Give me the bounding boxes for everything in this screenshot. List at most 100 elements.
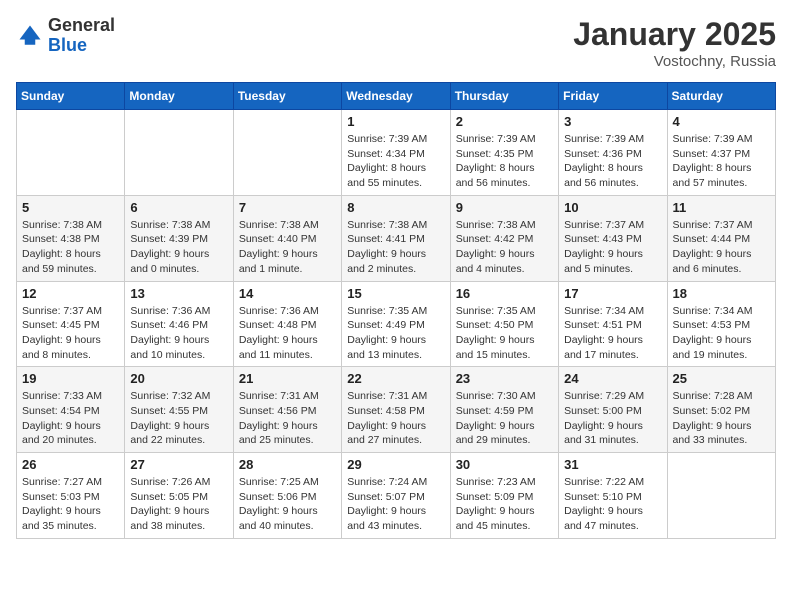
calendar-day-cell: 30 Sunrise: 7:23 AMSunset: 5:09 PMDayligh… (450, 453, 558, 539)
day-info: Sunrise: 7:34 AMSunset: 4:53 PMDaylight:… (673, 304, 770, 363)
day-info: Sunrise: 7:37 AMSunset: 4:45 PMDaylight:… (22, 304, 119, 363)
day-info: Sunrise: 7:38 AMSunset: 4:38 PMDaylight:… (22, 218, 119, 277)
day-info: Sunrise: 7:39 AMSunset: 4:35 PMDaylight:… (456, 132, 553, 191)
day-number: 3 (564, 114, 661, 129)
day-info: Sunrise: 7:31 AMSunset: 4:58 PMDaylight:… (347, 389, 444, 448)
day-number: 10 (564, 200, 661, 215)
day-number: 17 (564, 286, 661, 301)
day-info: Sunrise: 7:35 AMSunset: 4:50 PMDaylight:… (456, 304, 553, 363)
day-info: Sunrise: 7:38 AMSunset: 4:42 PMDaylight:… (456, 218, 553, 277)
calendar-day-cell: 25 Sunrise: 7:28 AMSunset: 5:02 PMDayligh… (667, 367, 775, 453)
calendar-day-cell (233, 110, 341, 196)
day-number: 16 (456, 286, 553, 301)
day-number: 8 (347, 200, 444, 215)
day-info: Sunrise: 7:23 AMSunset: 5:09 PMDaylight:… (456, 475, 553, 534)
weekday-header: Saturday (667, 83, 775, 110)
logo-general: General (48, 15, 115, 35)
day-number: 30 (456, 457, 553, 472)
day-number: 2 (456, 114, 553, 129)
day-number: 21 (239, 371, 336, 386)
calendar-day-cell: 1Sunrise: 7:39 AMSunset: 4:34 PMDaylight… (342, 110, 450, 196)
calendar-day-cell: 15 Sunrise: 7:35 AMSunset: 4:49 PMDayligh… (342, 281, 450, 367)
calendar-day-cell: 21 Sunrise: 7:31 AMSunset: 4:56 PMDayligh… (233, 367, 341, 453)
day-info: Sunrise: 7:24 AMSunset: 5:07 PMDaylight:… (347, 475, 444, 534)
calendar-day-cell: 19Sunrise: 7:33 AMSunset: 4:54 PMDayligh… (17, 367, 125, 453)
calendar-week-row: 5 Sunrise: 7:38 AMSunset: 4:38 PMDaylight… (17, 195, 776, 281)
day-info: Sunrise: 7:32 AMSunset: 4:55 PMDaylight:… (130, 389, 227, 448)
calendar-day-cell: 5 Sunrise: 7:38 AMSunset: 4:38 PMDaylight… (17, 195, 125, 281)
calendar-week-row: 19Sunrise: 7:33 AMSunset: 4:54 PMDayligh… (17, 367, 776, 453)
calendar-week-row: 1Sunrise: 7:39 AMSunset: 4:34 PMDaylight… (17, 110, 776, 196)
day-number: 11 (673, 200, 770, 215)
calendar-header-row: SundayMondayTuesdayWednesdayThursdayFrid… (17, 83, 776, 110)
calendar-day-cell: 27 Sunrise: 7:26 AMSunset: 5:05 PMDayligh… (125, 453, 233, 539)
day-number: 28 (239, 457, 336, 472)
calendar-table: SundayMondayTuesdayWednesdayThursdayFrid… (16, 82, 776, 539)
day-number: 25 (673, 371, 770, 386)
calendar-day-cell: 16 Sunrise: 7:35 AMSunset: 4:50 PMDayligh… (450, 281, 558, 367)
day-info: Sunrise: 7:39 AMSunset: 4:37 PMDaylight:… (673, 132, 770, 191)
calendar-day-cell (667, 453, 775, 539)
day-number: 1 (347, 114, 444, 129)
day-number: 14 (239, 286, 336, 301)
day-info: Sunrise: 7:37 AMSunset: 4:44 PMDaylight:… (673, 218, 770, 277)
day-number: 19 (22, 371, 119, 386)
weekday-header: Tuesday (233, 83, 341, 110)
day-info: Sunrise: 7:29 AMSunset: 5:00 PMDaylight:… (564, 389, 661, 448)
location-subtitle: Vostochny, Russia (573, 53, 776, 70)
day-number: 27 (130, 457, 227, 472)
weekday-header: Wednesday (342, 83, 450, 110)
day-number: 29 (347, 457, 444, 472)
weekday-header: Monday (125, 83, 233, 110)
logo-icon (16, 22, 44, 50)
weekday-header: Thursday (450, 83, 558, 110)
calendar-day-cell (17, 110, 125, 196)
day-number: 9 (456, 200, 553, 215)
calendar-day-cell: 2 Sunrise: 7:39 AMSunset: 4:35 PMDaylight… (450, 110, 558, 196)
day-number: 15 (347, 286, 444, 301)
day-info: Sunrise: 7:22 AMSunset: 5:10 PMDaylight:… (564, 475, 661, 534)
logo-text: General Blue (48, 16, 115, 56)
day-info: Sunrise: 7:26 AMSunset: 5:05 PMDaylight:… (130, 475, 227, 534)
day-number: 31 (564, 457, 661, 472)
month-year-title: January 2025 (573, 16, 776, 53)
day-number: 23 (456, 371, 553, 386)
day-info: Sunrise: 7:28 AMSunset: 5:02 PMDaylight:… (673, 389, 770, 448)
day-number: 20 (130, 371, 227, 386)
calendar-day-cell: 31 Sunrise: 7:22 AMSunset: 5:10 PMDayligh… (559, 453, 667, 539)
calendar-day-cell: 14Sunrise: 7:36 AMSunset: 4:48 PMDayligh… (233, 281, 341, 367)
day-info: Sunrise: 7:38 AMSunset: 4:40 PMDaylight:… (239, 218, 336, 277)
calendar-day-cell: 9 Sunrise: 7:38 AMSunset: 4:42 PMDaylight… (450, 195, 558, 281)
calendar-day-cell: 3Sunrise: 7:39 AMSunset: 4:36 PMDaylight… (559, 110, 667, 196)
day-info: Sunrise: 7:34 AMSunset: 4:51 PMDaylight:… (564, 304, 661, 363)
day-number: 18 (673, 286, 770, 301)
calendar-day-cell: 23 Sunrise: 7:30 AMSunset: 4:59 PMDayligh… (450, 367, 558, 453)
day-info: Sunrise: 7:30 AMSunset: 4:59 PMDaylight:… (456, 389, 553, 448)
page-header: General Blue January 2025 Vostochny, Rus… (16, 16, 776, 70)
calendar-day-cell: 7Sunrise: 7:38 AMSunset: 4:40 PMDaylight… (233, 195, 341, 281)
calendar-day-cell: 11 Sunrise: 7:37 AMSunset: 4:44 PMDayligh… (667, 195, 775, 281)
calendar-day-cell: 10 Sunrise: 7:37 AMSunset: 4:43 PMDayligh… (559, 195, 667, 281)
calendar-day-cell: 4 Sunrise: 7:39 AMSunset: 4:37 PMDaylight… (667, 110, 775, 196)
logo: General Blue (16, 16, 115, 56)
calendar-day-cell: 24 Sunrise: 7:29 AMSunset: 5:00 PMDayligh… (559, 367, 667, 453)
day-info: Sunrise: 7:25 AMSunset: 5:06 PMDaylight:… (239, 475, 336, 534)
day-number: 4 (673, 114, 770, 129)
calendar-day-cell: 8Sunrise: 7:38 AMSunset: 4:41 PMDaylight… (342, 195, 450, 281)
weekday-header: Friday (559, 83, 667, 110)
day-number: 26 (22, 457, 119, 472)
calendar-day-cell: 12Sunrise: 7:37 AMSunset: 4:45 PMDayligh… (17, 281, 125, 367)
calendar-week-row: 26Sunrise: 7:27 AMSunset: 5:03 PMDayligh… (17, 453, 776, 539)
day-info: Sunrise: 7:31 AMSunset: 4:56 PMDaylight:… (239, 389, 336, 448)
calendar-day-cell (125, 110, 233, 196)
calendar-day-cell: 29 Sunrise: 7:24 AMSunset: 5:07 PMDayligh… (342, 453, 450, 539)
calendar-day-cell: 28 Sunrise: 7:25 AMSunset: 5:06 PMDayligh… (233, 453, 341, 539)
weekday-header: Sunday (17, 83, 125, 110)
day-info: Sunrise: 7:35 AMSunset: 4:49 PMDaylight:… (347, 304, 444, 363)
logo-blue-text: Blue (48, 35, 87, 55)
day-number: 24 (564, 371, 661, 386)
day-number: 5 (22, 200, 119, 215)
day-info: Sunrise: 7:37 AMSunset: 4:43 PMDaylight:… (564, 218, 661, 277)
calendar-day-cell: 22Sunrise: 7:31 AMSunset: 4:58 PMDayligh… (342, 367, 450, 453)
calendar-day-cell: 17 Sunrise: 7:34 AMSunset: 4:51 PMDayligh… (559, 281, 667, 367)
